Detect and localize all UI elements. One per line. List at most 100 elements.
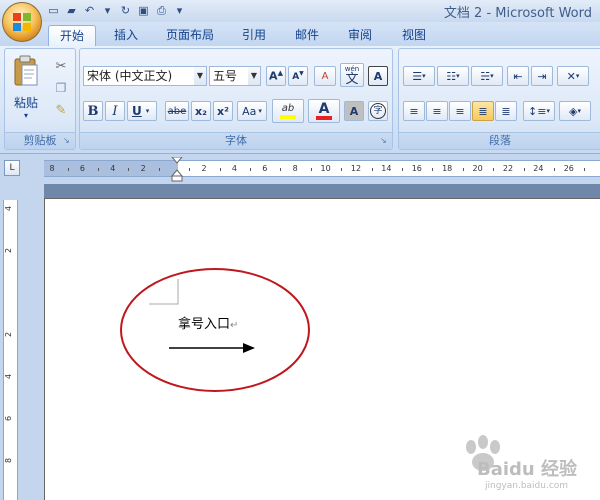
ruler-number: 10 xyxy=(320,164,331,173)
open-folder-icon[interactable]: ▰ xyxy=(64,3,79,18)
save-icon[interactable]: ▣ xyxy=(136,3,151,18)
bullets-button[interactable]: ☰ ▾ xyxy=(403,66,435,86)
line-spacing-button[interactable]: ↕≡ ▾ xyxy=(523,101,555,121)
tab-home[interactable]: 开始 xyxy=(48,25,96,46)
shrink-font-icon: A▼ xyxy=(292,70,304,82)
qat-customize-icon[interactable]: ▾ xyxy=(172,3,187,18)
line-spacing-dropdown-icon[interactable]: ▾ xyxy=(546,107,550,115)
numbering-button[interactable]: ☷ ▾ xyxy=(437,66,469,86)
print-preview-icon[interactable]: ⎙ xyxy=(154,3,169,18)
align-left-icon: ≡ xyxy=(409,104,419,118)
paste-dropdown-icon: ▾ xyxy=(23,111,28,120)
tab-review[interactable]: 审阅 xyxy=(338,25,382,46)
copy-button[interactable]: ❐ xyxy=(51,79,71,97)
ruler-number: 16 xyxy=(411,164,422,173)
ribbon-tabs: 开始 插入 页面布局 引用 邮件 审阅 视图 xyxy=(0,22,600,46)
new-doc-icon[interactable]: ▭ xyxy=(46,3,61,18)
vertical-ruler[interactable]: 4 2 2 4 6 8 xyxy=(3,200,18,500)
font-name-combo[interactable]: 宋体 (中文正文) ▼ xyxy=(83,66,207,86)
align-left-button[interactable]: ≡ xyxy=(403,101,425,121)
font-group: 宋体 (中文正文) ▼ 五号 ▼ A▲ A▼ A wén 文 A B I U ▾ xyxy=(79,48,393,150)
shading-button[interactable]: ◈ ▾ xyxy=(559,101,591,121)
paste-label: 粘贴 xyxy=(13,96,38,110)
align-right-button[interactable]: ≡ xyxy=(449,101,471,121)
align-right-icon: ≡ xyxy=(455,104,465,118)
change-case-dropdown-icon[interactable]: ▾ xyxy=(258,107,262,115)
font-color-bar xyxy=(316,116,332,120)
asian-layout-dropdown-icon[interactable]: ▾ xyxy=(576,72,580,80)
align-center-button[interactable]: ≡ xyxy=(426,101,448,121)
paint-bucket-icon: ◈ xyxy=(569,104,578,118)
clipboard-launcher-icon[interactable]: ↘ xyxy=(63,137,72,146)
increase-indent-button[interactable]: ⇥ xyxy=(531,66,553,86)
ruler-number: 4 xyxy=(110,164,116,173)
ruler-number: 2 xyxy=(4,331,14,338)
line-spacing-icon: ↕≡ xyxy=(528,104,547,118)
office-button[interactable] xyxy=(2,2,42,42)
document-page[interactable]: 拿号入口↵ Baidu 经验 jingyan.baidu.com xyxy=(44,198,600,500)
multilevel-list-dropdown-icon[interactable]: ▾ xyxy=(490,72,494,80)
format-painter-button[interactable]: ✎ xyxy=(51,101,71,119)
tab-mailings[interactable]: 邮件 xyxy=(285,25,329,46)
bullets-dropdown-icon[interactable]: ▾ xyxy=(422,72,426,80)
enclose-char-icon: 字 xyxy=(370,103,386,119)
redo-icon[interactable]: ↻ xyxy=(118,3,133,18)
numbering-dropdown-icon[interactable]: ▾ xyxy=(456,72,460,80)
font-group-label: 字体 xyxy=(80,132,392,149)
subscript-button[interactable]: x₂ xyxy=(191,101,211,121)
strikethrough-button[interactable]: abe xyxy=(165,101,189,121)
scissors-icon: ✂ xyxy=(55,58,67,74)
phonetic-guide-button[interactable]: wén 文 xyxy=(340,63,364,87)
shading-dropdown-icon[interactable]: ▾ xyxy=(577,107,581,115)
horizontal-ruler[interactable]: 8 6 4 2 2 4 6 8 10 12 14 16 18 20 22 24 26 xyxy=(44,157,600,182)
ruler-number: 6 xyxy=(4,415,14,422)
ruler-number: 8 xyxy=(49,164,55,173)
font-launcher-icon[interactable]: ↘ xyxy=(380,137,389,146)
align-center-icon: ≡ xyxy=(432,104,442,118)
justify-button[interactable]: ≣ xyxy=(472,101,494,121)
font-name-value: 宋体 (中文正文) xyxy=(87,69,173,83)
ruler-number: 2 xyxy=(201,164,207,173)
tab-selector-button[interactable]: L xyxy=(4,160,20,176)
enclose-char-button[interactable]: 字 xyxy=(368,101,388,121)
multilevel-list-button[interactable]: ☵ ▾ xyxy=(471,66,503,86)
change-case-button[interactable]: Aa ▾ xyxy=(237,101,267,121)
indent-marker-icon[interactable] xyxy=(171,157,183,182)
multilevel-list-icon: ☵ xyxy=(480,69,491,83)
bold-button[interactable]: B xyxy=(83,101,103,121)
tab-insert[interactable]: 插入 xyxy=(104,25,148,46)
decrease-indent-icon: ⇤ xyxy=(513,69,523,83)
asian-layout-button[interactable]: ✕ ▾ xyxy=(557,66,589,86)
paste-button[interactable]: 粘贴 ▾ xyxy=(9,53,43,127)
tab-references[interactable]: 引用 xyxy=(232,25,276,46)
char-shading-button[interactable]: A xyxy=(344,101,364,121)
distributed-icon: ≣ xyxy=(501,104,511,118)
ruler-number: 14 xyxy=(381,164,392,173)
highlight-button[interactable]: ab xyxy=(272,99,304,123)
watermark-text: Baidu 经验 xyxy=(477,459,578,480)
superscript-button[interactable]: x² xyxy=(213,101,233,121)
underline-dropdown-icon[interactable]: ▾ xyxy=(146,107,150,115)
underline-button[interactable]: U ▾ xyxy=(127,101,157,121)
italic-button[interactable]: I xyxy=(105,101,125,121)
font-color-button[interactable]: A xyxy=(308,99,340,123)
char-border-button[interactable]: A xyxy=(368,66,388,86)
distributed-button[interactable]: ≣ xyxy=(495,101,517,121)
ruler-number: 8 xyxy=(4,457,14,464)
underline-icon: U xyxy=(132,104,142,118)
clear-format-button[interactable]: A xyxy=(314,66,336,86)
undo-icon[interactable]: ↶ xyxy=(82,3,97,18)
tab-page-layout[interactable]: 页面布局 xyxy=(158,25,222,46)
cut-button[interactable]: ✂ xyxy=(51,57,71,75)
grow-font-button[interactable]: A▲ xyxy=(266,66,286,86)
decrease-indent-button[interactable]: ⇤ xyxy=(507,66,529,86)
ruler-number: 2 xyxy=(140,164,146,173)
undo-dropdown-icon[interactable]: ▾ xyxy=(100,3,115,18)
font-size-dropdown-icon[interactable]: ▼ xyxy=(248,67,260,85)
tab-view[interactable]: 视图 xyxy=(392,25,436,46)
font-size-combo[interactable]: 五号 ▼ xyxy=(209,66,261,86)
font-name-dropdown-icon[interactable]: ▼ xyxy=(194,67,206,85)
clear-format-icon: A xyxy=(321,70,329,82)
ruler-number: 18 xyxy=(442,164,453,173)
shrink-font-button[interactable]: A▼ xyxy=(288,66,308,86)
